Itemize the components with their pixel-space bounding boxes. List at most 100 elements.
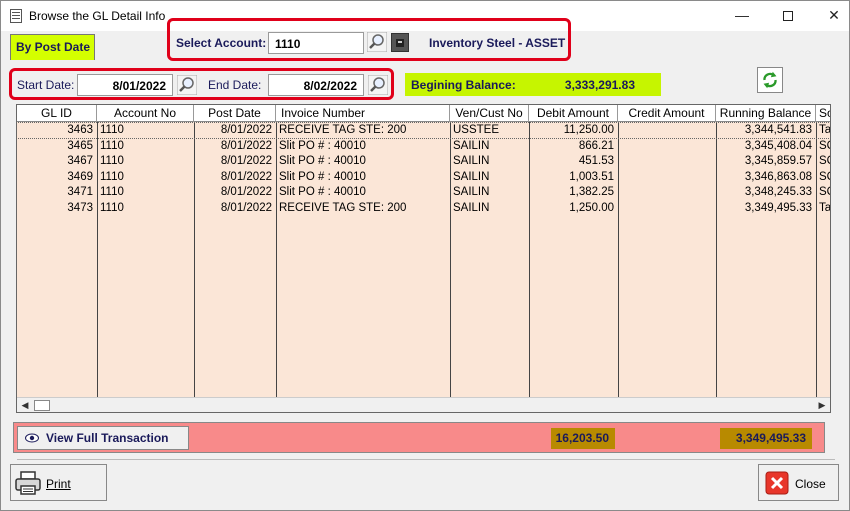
cell-credit-amount — [621, 139, 712, 154]
cell-gl-id: 3469 — [67, 170, 93, 183]
cell-account-no: 1110 — [100, 186, 124, 199]
close-button[interactable]: Close — [758, 464, 839, 501]
cell-post-date: 8/01/2022 — [220, 155, 272, 168]
end-date-label: End Date: — [208, 78, 262, 92]
printer-icon — [15, 471, 41, 495]
cell-source: SC — [819, 155, 830, 168]
cell-running-balance: 3,345,408.04 — [744, 139, 812, 152]
column-header-ven-cust-no[interactable]: Ven/Cust No — [450, 105, 529, 122]
select-account-label: Select Account: — [176, 36, 267, 50]
window-close-button[interactable]: ✕ — [811, 1, 850, 31]
start-date-search-button[interactable] — [176, 74, 198, 96]
column-header-invoice-number[interactable]: Invoice Number — [276, 105, 450, 122]
column-header-post-date[interactable]: Post Date — [194, 105, 276, 122]
maximize-button[interactable] — [765, 1, 811, 31]
magnifier-icon — [176, 74, 198, 96]
cell-account-no: 1110 — [100, 202, 124, 214]
cell-ven-cust-no: SAILIN — [453, 202, 490, 214]
account-lookup-button[interactable] — [391, 33, 409, 52]
start-date-label: Start Date: — [17, 78, 75, 92]
totals-bar: View Full Transaction 16,203.50 3,349,49… — [13, 422, 825, 453]
running-balance-total: 3,349,495.33 — [720, 428, 812, 449]
cell-source: SC — [819, 139, 830, 152]
magnifier-icon — [366, 31, 388, 53]
cell-source: Ta — [819, 124, 831, 136]
print-button[interactable]: Print — [10, 464, 107, 501]
start-date-input[interactable]: 8/01/2022 — [77, 74, 173, 96]
cell-invoice-number: RECEIVE TAG STE: 200 — [279, 124, 407, 136]
magnifier-icon — [367, 74, 389, 96]
column-header-account-no[interactable]: Account No — [97, 105, 194, 122]
account-input[interactable]: 1110 — [268, 32, 364, 54]
column-header-gl-id[interactable]: GL ID — [17, 105, 97, 122]
print-label: Print — [46, 477, 71, 491]
view-full-transaction-button[interactable]: View Full Transaction — [17, 426, 189, 450]
refresh-icon — [763, 71, 777, 89]
beginning-balance-panel: Begining Balance: 3,333,291.83 — [405, 73, 661, 96]
account-search-button[interactable] — [366, 31, 388, 53]
cell-running-balance: 3,345,859.57 — [744, 155, 812, 168]
cell-invoice-number: Slit PO # : 40010 — [279, 186, 366, 199]
cell-account-no: 1110 — [100, 124, 124, 136]
maximize-icon — [783, 11, 793, 22]
cell-ven-cust-no: SAILIN — [453, 186, 490, 199]
table-row[interactable]: 3471 1110 8/01/2022 Slit PO # : 40010 SAILIN… — [17, 185, 830, 200]
cell-gl-id: 3467 — [67, 155, 93, 168]
table-row[interactable]: 3469 1110 8/01/2022 Slit PO # : 40010 SAILIN… — [17, 170, 830, 185]
tab-by-post-date[interactable]: By Post Date — [10, 34, 95, 60]
cell-invoice-number: Slit PO # : 40010 — [279, 170, 366, 183]
beginning-balance-value: 3,333,291.83 — [564, 78, 635, 92]
refresh-button[interactable] — [757, 67, 783, 93]
cell-source: SC — [819, 170, 830, 183]
horizontal-scrollbar[interactable]: ◀ ▶ — [17, 397, 830, 412]
cell-credit-amount — [621, 154, 712, 169]
column-header-running-balance[interactable]: Running Balance — [716, 105, 816, 122]
cell-debit-amount: 1,003.51 — [569, 170, 614, 183]
scroll-left-arrow[interactable]: ◀ — [17, 398, 33, 412]
gl-detail-window: Browse the GL Detail Info — ✕ By Post Da… — [0, 0, 850, 511]
cell-gl-id: 3473 — [67, 202, 93, 214]
account-description: Inventory Steel - ASSET — [429, 36, 566, 50]
cell-running-balance: 3,348,245.33 — [744, 186, 812, 199]
cell-credit-amount — [621, 185, 712, 200]
cell-debit-amount: 1,382.25 — [569, 186, 614, 199]
cell-account-no: 1110 — [100, 170, 124, 183]
cell-source: Ta — [819, 202, 831, 214]
close-label: Close — [795, 477, 826, 491]
cell-running-balance: 3,344,541.83 — [744, 124, 812, 136]
scroll-thumb[interactable] — [34, 400, 50, 411]
cell-post-date: 8/01/2022 — [220, 202, 272, 214]
table-row[interactable]: 3463 1110 8/01/2022 RECEIVE TAG STE: 200 USS… — [17, 122, 831, 139]
cell-invoice-number: Slit PO # : 40010 — [279, 155, 366, 168]
minimize-button[interactable]: — — [719, 1, 765, 31]
cell-debit-amount: 11,250.00 — [563, 124, 614, 136]
cell-source: SC — [819, 186, 830, 199]
end-date-input[interactable]: 8/02/2022 — [268, 74, 364, 96]
cell-gl-id: 3463 — [67, 124, 93, 136]
table-row[interactable]: 3467 1110 8/01/2022 Slit PO # : 40010 SAILIN… — [17, 154, 830, 169]
column-header-debit-amount[interactable]: Debit Amount — [529, 105, 618, 122]
app-icon — [10, 9, 22, 23]
cell-ven-cust-no: SAILIN — [453, 155, 490, 168]
window-title: Browse the GL Detail Info — [29, 9, 166, 23]
table-row[interactable]: 3473 1110 8/01/2022 RECEIVE TAG STE: 200 SAI… — [17, 201, 830, 216]
column-header-source[interactable]: So — [816, 105, 830, 122]
cell-ven-cust-no: USSTEE — [453, 124, 500, 136]
cell-post-date: 8/01/2022 — [220, 186, 272, 199]
table-row[interactable]: 3465 1110 8/01/2022 Slit PO # : 40010 SAILIN… — [17, 139, 830, 154]
cell-credit-amount — [621, 123, 712, 138]
cell-debit-amount: 451.53 — [578, 155, 614, 168]
column-header-credit-amount[interactable]: Credit Amount — [618, 105, 716, 122]
cell-gl-id: 3471 — [67, 186, 93, 199]
view-full-transaction-label: View Full Transaction — [46, 431, 169, 445]
footer-separator — [17, 459, 835, 460]
cell-running-balance: 3,346,863.08 — [744, 170, 812, 183]
end-date-search-button[interactable] — [367, 74, 389, 96]
cell-ven-cust-no: SAILIN — [453, 170, 490, 183]
cell-account-no: 1110 — [100, 139, 124, 152]
scroll-right-arrow[interactable]: ▶ — [814, 398, 830, 412]
cell-credit-amount — [621, 170, 712, 185]
cell-credit-amount — [621, 201, 712, 216]
gl-detail-grid[interactable]: GL ID Account No Post Date Invoice Numbe… — [16, 104, 831, 413]
cell-invoice-number: RECEIVE TAG STE: 200 — [279, 202, 407, 214]
